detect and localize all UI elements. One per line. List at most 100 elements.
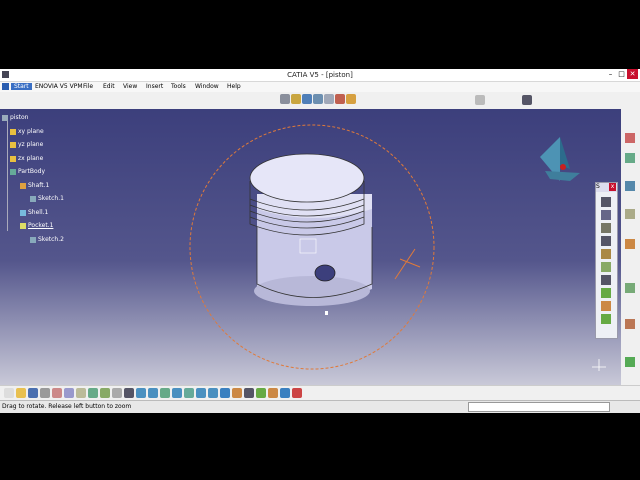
fillet-icon[interactable]	[625, 239, 635, 249]
float-tool-6-icon[interactable]	[601, 262, 611, 272]
menu-insert[interactable]: Insert	[146, 83, 163, 90]
tree-partbody[interactable]: PartBody	[10, 168, 45, 175]
analysis-icon[interactable]	[292, 388, 302, 398]
tree-xy-plane[interactable]: xy plane	[10, 128, 44, 135]
tree-shell[interactable]: Shell.1	[20, 209, 48, 216]
sketch-icon	[30, 236, 36, 243]
formula-icon[interactable]	[124, 388, 134, 398]
fit-all-icon[interactable]	[160, 388, 170, 398]
float-tool-9-icon[interactable]	[601, 301, 611, 311]
redo-icon[interactable]	[100, 388, 110, 398]
print-icon[interactable]	[40, 388, 50, 398]
float-tool-3-icon[interactable]	[601, 223, 611, 233]
rotate-icon[interactable]	[313, 94, 323, 104]
status-bar: Drag to rotate. Release left button to z…	[0, 400, 640, 413]
menu-tools[interactable]: Tools	[171, 83, 186, 90]
axis-triad-icon	[592, 359, 606, 371]
tree-zx-plane[interactable]: zx plane	[10, 155, 43, 162]
title-bar: CATIA V5 - [piston] – □ ✕	[0, 69, 640, 82]
top-toolbar	[280, 94, 356, 106]
window-title: CATIA V5 - [piston]	[287, 71, 353, 79]
menu-bar: Start ENOVIA V5 VPM File Edit View Inser…	[0, 82, 640, 92]
copy-icon[interactable]	[64, 388, 74, 398]
tree-sketch-1[interactable]: Sketch.1	[30, 195, 64, 202]
iso-view-icon[interactable]	[220, 388, 230, 398]
pan-view-icon[interactable]	[172, 388, 182, 398]
status-message: Drag to rotate. Release left button to z…	[2, 403, 132, 410]
apply-material-icon[interactable]	[268, 388, 278, 398]
tree-root[interactable]: piston	[2, 114, 28, 121]
swap-space-icon[interactable]	[256, 388, 266, 398]
minimize-button[interactable]: –	[605, 69, 616, 79]
piston-model[interactable]	[249, 153, 373, 306]
mirror-icon[interactable]	[625, 283, 635, 293]
sketch-icon	[30, 195, 36, 202]
float-tool-5-icon[interactable]	[601, 249, 611, 259]
help-icon[interactable]	[112, 388, 122, 398]
pad-icon[interactable]	[625, 133, 635, 143]
close-button[interactable]: ✕	[627, 69, 638, 79]
float-tool-2-icon[interactable]	[601, 210, 611, 220]
floating-toolbar: Sx	[595, 182, 618, 339]
shaft-icon	[20, 182, 26, 189]
plane-icon	[10, 155, 16, 162]
menu-view[interactable]: View	[123, 83, 137, 90]
catia-window: CATIA V5 - [piston] – □ ✕ Start ENOVIA V…	[0, 69, 640, 413]
pocket-tool-icon[interactable]	[625, 153, 635, 163]
zoom-in-icon[interactable]	[196, 388, 206, 398]
tree-shaft[interactable]: Shaft.1	[20, 182, 49, 189]
material-icon[interactable]	[625, 357, 635, 367]
shaft-tool-icon[interactable]	[625, 181, 635, 191]
catalog-icon[interactable]	[136, 388, 146, 398]
save-icon[interactable]	[28, 388, 38, 398]
hide-show-icon[interactable]	[475, 95, 485, 105]
menu-enovia[interactable]: ENOVIA V5 VPM	[35, 83, 83, 90]
zoom-out-icon[interactable]	[208, 388, 218, 398]
menu-file[interactable]: File	[83, 83, 93, 90]
float-tool-8-icon[interactable]	[601, 288, 611, 298]
open-icon[interactable]	[16, 388, 26, 398]
tree-yz-plane[interactable]: yz plane	[10, 141, 43, 148]
shading-mode-icon[interactable]	[232, 388, 242, 398]
3d-viewport[interactable]: piston xy plane yz plane zx plane PartBo…	[0, 109, 621, 385]
maximize-button[interactable]: □	[616, 69, 627, 79]
pan-icon[interactable]	[324, 94, 334, 104]
normal-view-icon[interactable]	[346, 94, 356, 104]
pocket-icon	[20, 222, 26, 229]
cut-icon[interactable]	[52, 388, 62, 398]
floating-toolbar-header: Sx	[596, 183, 617, 192]
menu-window[interactable]: Window	[195, 83, 219, 90]
view-tool-icon[interactable]	[280, 94, 290, 104]
tree-pocket[interactable]: Pocket.1	[20, 222, 53, 229]
floating-close-button[interactable]: x	[609, 183, 616, 191]
float-tool-10-icon[interactable]	[601, 314, 611, 324]
command-input[interactable]	[468, 402, 610, 412]
shell-icon	[20, 209, 26, 216]
compass-icon[interactable]	[540, 137, 580, 181]
fly-mode-icon[interactable]	[148, 388, 158, 398]
measure-between-icon[interactable]	[280, 388, 290, 398]
bottom-toolbar	[0, 385, 640, 401]
right-toolbar	[621, 109, 640, 385]
new-icon[interactable]	[4, 388, 14, 398]
axis-marker	[394, 248, 421, 280]
float-tool-7-icon[interactable]	[601, 275, 611, 285]
undo-icon[interactable]	[88, 388, 98, 398]
measure-icon[interactable]	[522, 95, 532, 105]
shading-icon[interactable]	[291, 94, 301, 104]
menu-help[interactable]: Help	[227, 83, 241, 90]
scene-svg	[189, 124, 606, 371]
hole-icon[interactable]	[625, 209, 635, 219]
render-icon[interactable]	[302, 94, 312, 104]
hide-icon[interactable]	[244, 388, 254, 398]
float-tool-4-icon[interactable]	[601, 236, 611, 246]
rotate-view-icon[interactable]	[184, 388, 194, 398]
body-icon	[10, 168, 16, 175]
float-tool-1-icon[interactable]	[601, 197, 611, 207]
menu-start[interactable]: Start	[11, 83, 32, 90]
menu-edit[interactable]: Edit	[103, 83, 115, 90]
tree-sketch-2[interactable]: Sketch.2	[30, 236, 64, 243]
zoom-icon[interactable]	[335, 94, 345, 104]
pattern-icon[interactable]	[625, 319, 635, 329]
paste-icon[interactable]	[76, 388, 86, 398]
